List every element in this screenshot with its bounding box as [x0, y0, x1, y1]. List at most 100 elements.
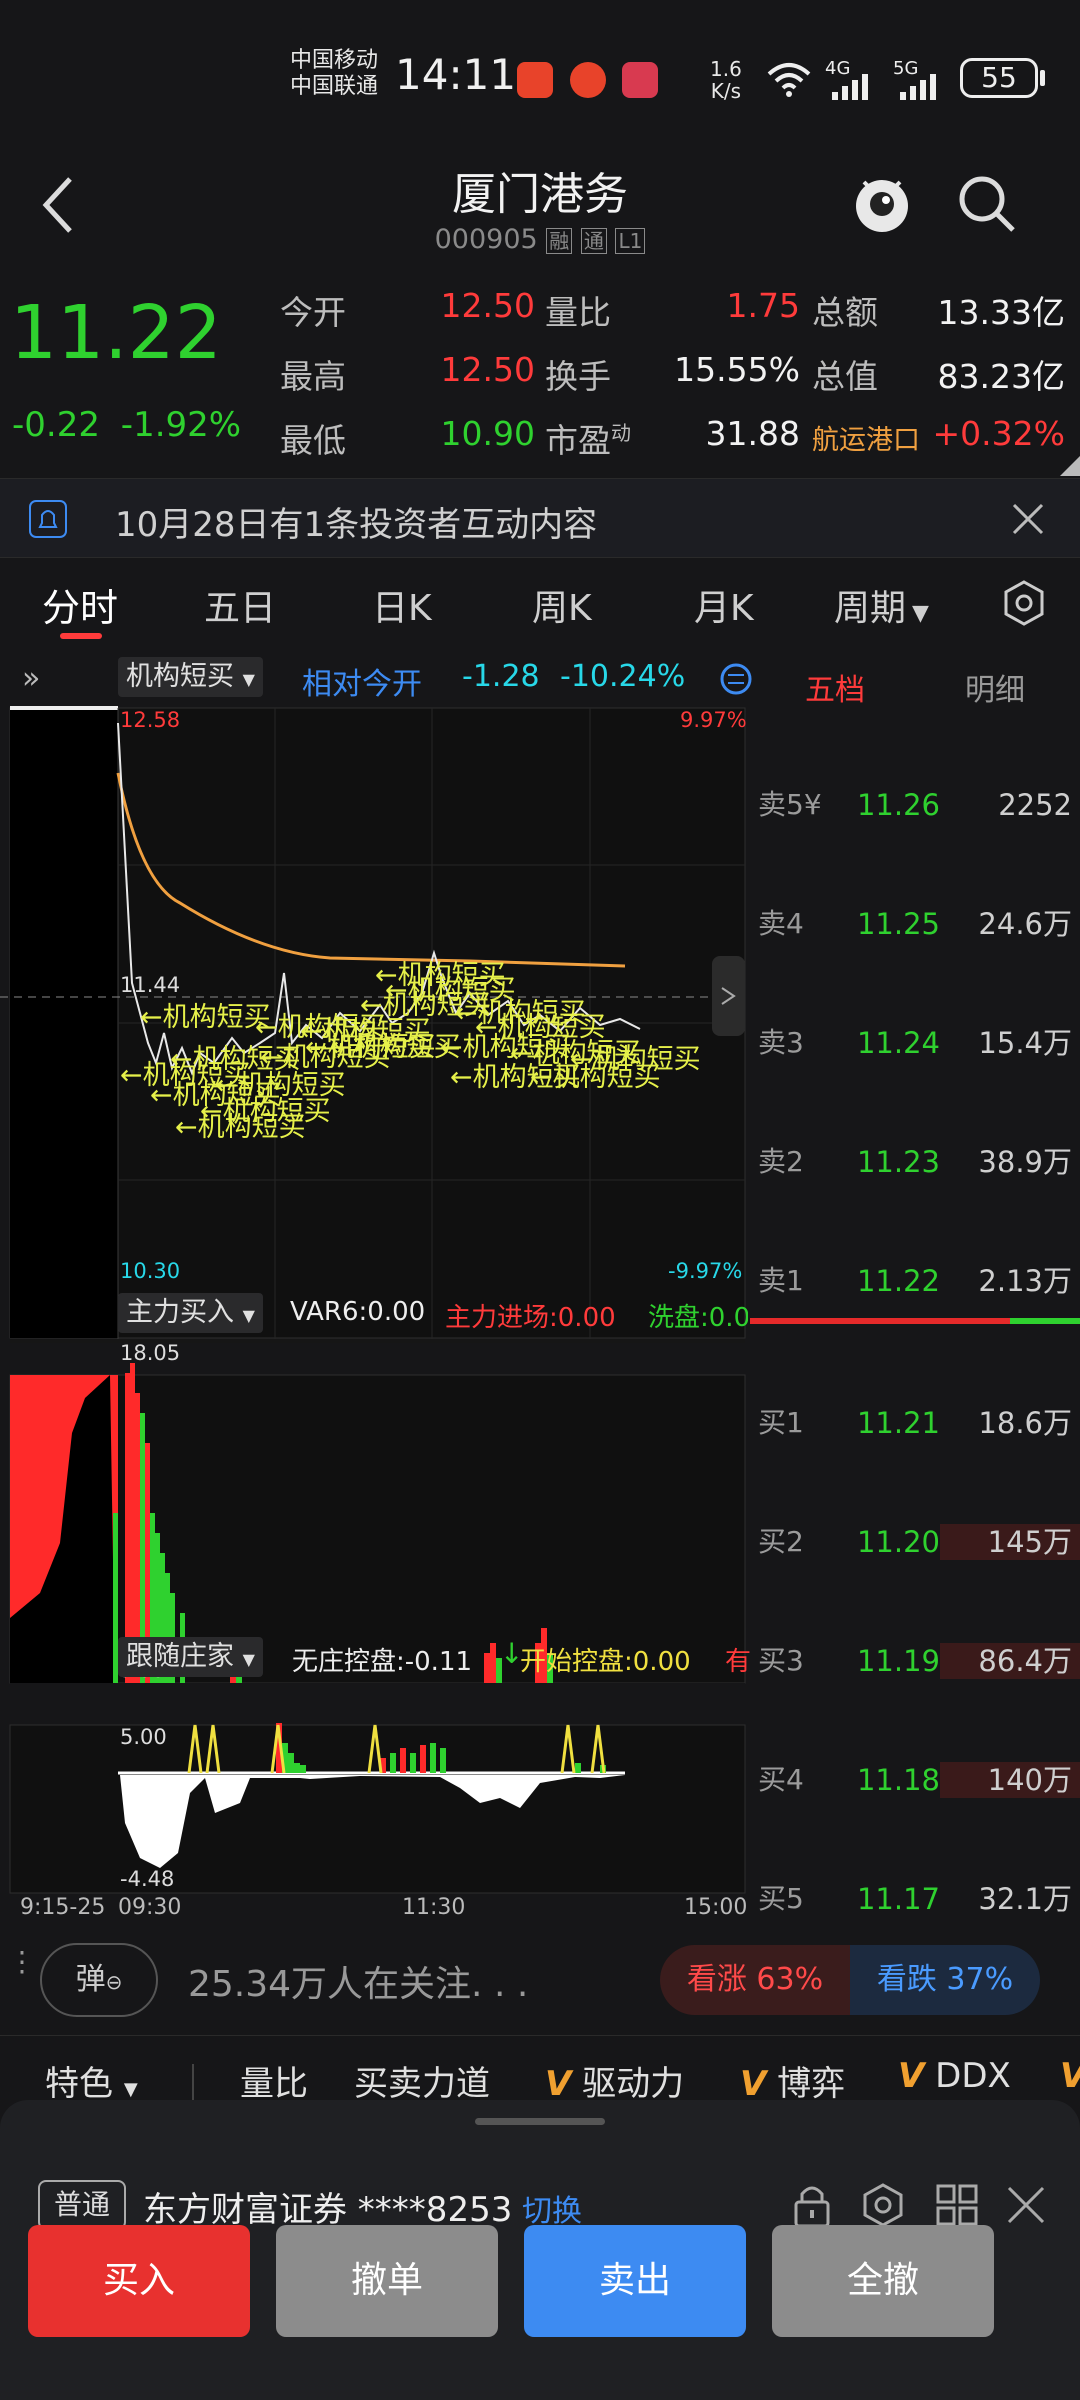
- start-control-value: 开始控盘:0.00: [520, 1647, 691, 1677]
- current-price: 11.22: [10, 290, 222, 376]
- feature-special[interactable]: 特色 ▼: [45, 2056, 138, 2105]
- stock-name: 厦门港务: [452, 169, 628, 220]
- tab-intraday[interactable]: 分时: [42, 577, 118, 632]
- value-pe: 31.88: [705, 414, 800, 453]
- time-open: 09:30: [118, 1895, 182, 1920]
- expand-corner-icon[interactable]: [1060, 456, 1080, 476]
- bullish-button[interactable]: 看涨 63%: [660, 1945, 850, 2015]
- indicator-select-top[interactable]: 机构短买 ▼: [118, 657, 263, 697]
- lock-icon[interactable]: [790, 2180, 834, 2230]
- histogram-bar: [410, 1753, 416, 1773]
- sector-name[interactable]: 航运港口: [812, 418, 920, 457]
- cancel-order-button[interactable]: 撤单: [276, 2225, 498, 2337]
- histogram-bar: [288, 1753, 294, 1773]
- intraday-chart-svg[interactable]: [0, 653, 750, 1913]
- level-label: 买5: [758, 1882, 804, 1915]
- tab-monthly-k[interactable]: 月K: [694, 579, 754, 631]
- refresh-icon[interactable]: [718, 661, 754, 697]
- tab-five-levels[interactable]: 五档: [805, 665, 865, 709]
- app-icon-1: [517, 62, 553, 98]
- level-volume: 86.4万: [978, 1644, 1072, 1678]
- sell-level-5[interactable]: 卖1 11.22 2.13万: [750, 1251, 1080, 1311]
- net-speed: 1.6 K/s: [710, 58, 742, 102]
- drag-handle-icon[interactable]: ⋮: [8, 1948, 36, 2005]
- buy-level-5[interactable]: 买5 11.17 32.1万: [750, 1869, 1080, 1929]
- divider: [192, 2064, 194, 2100]
- label-pe-text: 市盈: [545, 421, 611, 460]
- buy-level-4[interactable]: 买4 11.18 140万: [750, 1750, 1080, 1810]
- feature-ddx[interactable]: V DDX: [898, 2056, 1011, 2096]
- sell-level-4[interactable]: 卖2 11.23 38.9万: [750, 1132, 1080, 1192]
- signal-icon-1: [832, 74, 868, 100]
- tab-details[interactable]: 明细: [965, 665, 1025, 709]
- price-change: -0.22 -1.92%: [12, 405, 241, 445]
- label-volume-ratio: 量比: [545, 293, 611, 332]
- status-bar: 中国移动 中国联通 14:11 1.6 K/s 4G 5G 55: [0, 0, 1080, 150]
- sheet-handle[interactable]: [475, 2118, 605, 2125]
- indicator-top-label: 机构短买: [126, 661, 234, 692]
- label-turnover: 换手: [545, 357, 611, 396]
- level-volume: 145万: [987, 1525, 1072, 1559]
- buy-level-1[interactable]: 买1 11.21 18.6万: [750, 1393, 1080, 1453]
- tab-daily-k[interactable]: 日K: [372, 579, 432, 631]
- tab-indicator: [60, 633, 102, 639]
- bullet-comment-button[interactable]: 弹⊖: [40, 1943, 158, 2017]
- back-icon[interactable]: [38, 175, 78, 235]
- histogram-bar: [420, 1745, 426, 1773]
- mascot-icon[interactable]: [850, 168, 914, 238]
- feature-buy-sell-force[interactable]: 买卖力道: [354, 2056, 490, 2105]
- settings-hex-icon[interactable]: [1000, 579, 1048, 627]
- value-low: 10.90: [440, 414, 535, 453]
- feature-special-label: 特色: [45, 2064, 113, 2104]
- switch-account-link[interactable]: 切换: [522, 2186, 582, 2230]
- feature-game-label: 博弈: [777, 2064, 846, 2104]
- buy-button[interactable]: 买入: [28, 2225, 250, 2337]
- indicator-select-mid[interactable]: 主力买入 ▼: [118, 1293, 263, 1333]
- signal-icon-2: [900, 74, 936, 100]
- buy-level-3[interactable]: 买3 11.19 86.4万: [750, 1631, 1080, 1691]
- annotation-label: ←机构短买: [385, 975, 516, 1006]
- stock-code: 000905: [434, 224, 538, 255]
- feature-volume-ratio[interactable]: 量比: [240, 2056, 308, 2105]
- sell-level-2[interactable]: 卖4 11.25 24.6万: [750, 894, 1080, 954]
- close-icon[interactable]: [1005, 2184, 1047, 2226]
- wash-value: 洗盘:0.0: [648, 1303, 748, 1333]
- vip-icon: V: [545, 2064, 572, 2104]
- y-min-percent: -9.97%: [668, 1259, 743, 1283]
- collapse-arrows-icon[interactable]: »: [22, 661, 40, 696]
- search-icon[interactable]: [955, 172, 1019, 236]
- tab-five-day[interactable]: 五日: [204, 579, 276, 631]
- value-high: 12.50: [440, 350, 535, 389]
- level-volume: 24.6万: [978, 907, 1072, 941]
- buy-level-2[interactable]: 买2 11.20 145万: [750, 1512, 1080, 1572]
- histogram-bar: [575, 1763, 581, 1773]
- chart-area: » 机构短买 ▼ 相对今开 -1.28 -10.24% 12.58 9.97% …: [0, 653, 752, 1920]
- close-icon[interactable]: [1010, 501, 1046, 537]
- cancel-all-button[interactable]: 全撤: [772, 2225, 994, 2337]
- tab-period[interactable]: 周期 ▼: [834, 579, 929, 631]
- sector-change: +0.32%: [932, 414, 1065, 453]
- level-label: 卖3: [758, 1026, 804, 1059]
- stock-code-row: 000905 融 通 L1: [340, 224, 740, 255]
- sell-level-1[interactable]: 卖5¥ 11.26 2252: [750, 775, 1080, 835]
- indicator-select-bot[interactable]: 跟随庄家 ▼: [118, 1637, 263, 1677]
- feature-drive[interactable]: V 驱动力: [545, 2056, 684, 2105]
- main-inflow: 主力进场:0.00: [445, 1303, 616, 1333]
- clock: 14:11: [395, 50, 517, 99]
- change-value: -0.22: [12, 405, 100, 445]
- notice-bar[interactable]: 10月28日有1条投资者互动内容: [0, 478, 1080, 558]
- grid-icon[interactable]: [934, 2182, 980, 2228]
- order-book: 五档 明细 卖5¥ 11.26 2252 卖4 11.25 24.6万 卖3 11.24 15.…: [750, 653, 1080, 1916]
- tab-weekly-k[interactable]: 周K: [532, 579, 592, 631]
- sell-button[interactable]: 卖出: [524, 2225, 746, 2337]
- level-label: 卖1: [758, 1264, 804, 1297]
- sell-level-3[interactable]: 卖3 11.24 15.4万: [750, 1013, 1080, 1073]
- watchers-text[interactable]: 25.34万人在关注. . .: [188, 1955, 528, 2007]
- indicator-mid-label: 主力买入: [126, 1297, 234, 1328]
- value-amount: 13.33亿: [937, 293, 1065, 332]
- feature-game[interactable]: V 博弈: [740, 2056, 845, 2105]
- vip-icon: V: [740, 2064, 767, 2104]
- bearish-button[interactable]: 看跌 37%: [850, 1945, 1040, 2015]
- label-pe-dynamic: 动: [611, 421, 631, 445]
- settings-icon[interactable]: [860, 2182, 906, 2228]
